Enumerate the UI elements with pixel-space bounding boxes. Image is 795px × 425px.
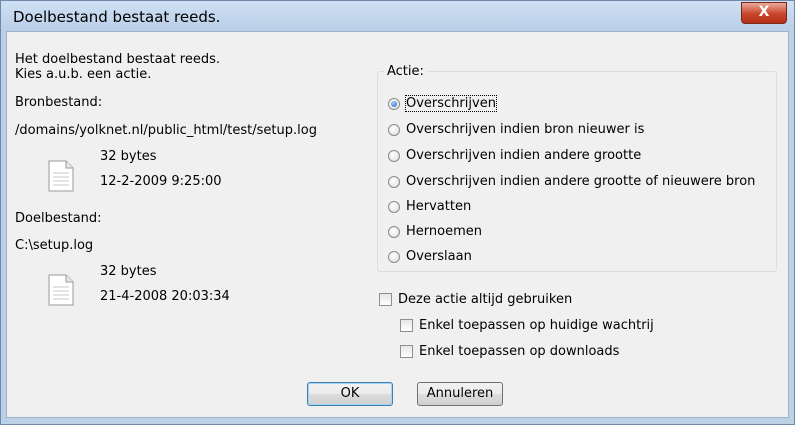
radio-button-selected[interactable]	[388, 98, 400, 110]
target-file-icon	[48, 274, 74, 306]
action-legend: Actie:	[387, 64, 424, 79]
radio-label: Hernoemen	[406, 224, 482, 239]
cancel-button[interactable]: Annuleren	[417, 382, 503, 406]
radio-label: Overschrijven indien bron nieuwer is	[406, 122, 645, 137]
radio-button[interactable]	[388, 176, 400, 188]
radio-button[interactable]	[388, 124, 400, 136]
checkbox-label: Enkel toepassen op downloads	[419, 344, 620, 359]
message-line-2: Kies a.u.b. een actie.	[15, 67, 152, 82]
title-bar[interactable]: Doelbestand bestaat reeds. X	[1, 1, 794, 31]
dialog-title: Doelbestand bestaat reeds.	[13, 8, 221, 26]
radio-button[interactable]	[388, 251, 400, 263]
source-size: 32 bytes	[100, 149, 157, 164]
target-path: C:\setup.log	[15, 238, 94, 253]
checkbox-label: Enkel toepassen op huidige wachtrij	[419, 318, 654, 333]
close-icon: X	[758, 4, 770, 20]
message-line-1: Het doelbestand bestaat reeds.	[15, 52, 221, 67]
radio-label: Overslaan	[406, 249, 472, 264]
radio-label: Overschrijven	[405, 95, 497, 112]
target-date: 21-4-2008 20:03:34	[100, 289, 230, 304]
radio-label: Hervatten	[406, 199, 472, 214]
ok-button[interactable]: OK	[307, 382, 393, 406]
radio-button[interactable]	[388, 226, 400, 238]
radio-button[interactable]	[388, 150, 400, 162]
target-size: 32 bytes	[100, 264, 157, 279]
checkbox-label: Deze actie altijd gebruiken	[398, 292, 573, 307]
source-date: 12-2-2009 9:25:00	[100, 174, 222, 189]
radio-label: Overschrijven indien andere grootte	[406, 148, 642, 163]
radio-button[interactable]	[388, 201, 400, 213]
dialog-body: Het doelbestand bestaat reeds. Kies a.u.…	[6, 31, 789, 418]
close-button[interactable]: X	[741, 2, 787, 24]
source-file-icon	[48, 160, 74, 192]
checkbox-box[interactable]	[400, 319, 413, 332]
dialog-window: Doelbestand bestaat reeds. X Het doelbes…	[0, 0, 795, 425]
checkbox-box[interactable]	[400, 345, 413, 358]
target-heading: Doelbestand:	[15, 211, 102, 226]
source-path: /domains/yolknet.nl/public_html/test/set…	[15, 123, 317, 138]
source-heading: Bronbestand:	[15, 95, 103, 110]
radio-label: Overschrijven indien andere grootte of n…	[406, 174, 756, 189]
checkbox-box[interactable]	[379, 293, 392, 306]
